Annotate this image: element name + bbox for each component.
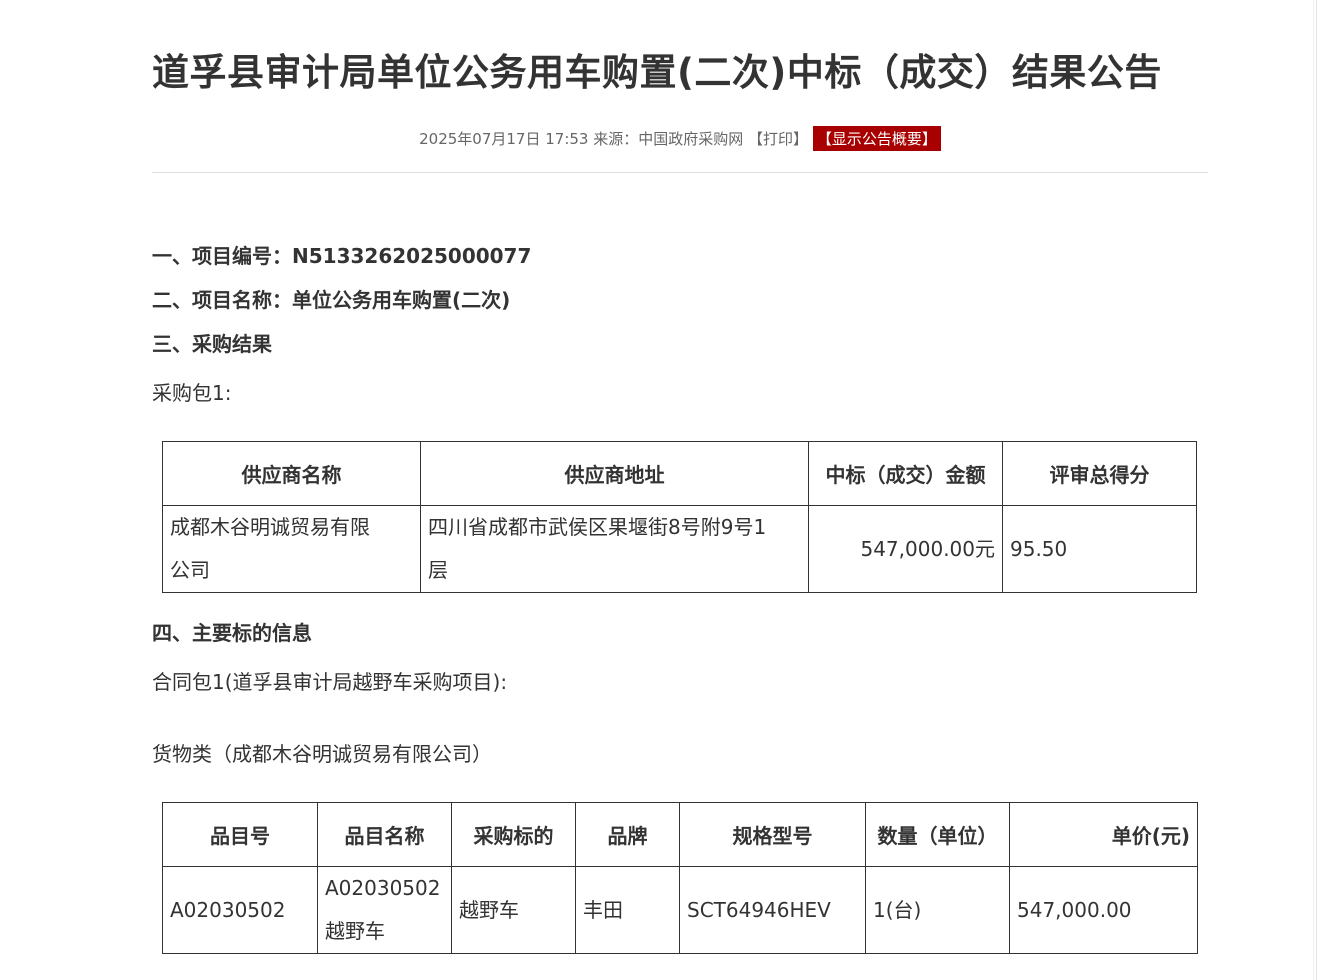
announcement-meta: 2025年07月17日 17:53 来源：中国政府采购网 【打印】 【显示公告概… <box>152 126 1208 151</box>
supplier-name-line: 成都木谷明诚贸易有限 <box>170 515 370 539</box>
table-header-row: 品目号 品目名称 采购标的 品牌 规格型号 数量（单位） 单价(元) <box>162 802 1198 867</box>
header-supplier-name: 供应商名称 <box>162 441 421 506</box>
package-label: 采购包1: <box>152 381 232 405</box>
supplier-address-line: 四川省成都市武侯区果堰街8号附9号1 <box>428 515 767 539</box>
table-row: 成都木谷明诚贸易有限 公司 四川省成都市武侯区果堰街8号附9号1 层 547,0… <box>162 505 1197 593</box>
header-model: 规格型号 <box>679 802 866 867</box>
item-name-line: A02030502 <box>325 876 441 900</box>
header-item-name: 品目名称 <box>317 802 452 867</box>
header-divider <box>152 172 1208 173</box>
total-score-cell: 95.50 <box>1002 505 1197 593</box>
project-number: 一、项目编号：N5133262025000077 <box>152 244 532 268</box>
header-item-no: 品目号 <box>162 802 318 867</box>
quantity-cell: 1(台) <box>865 866 1010 954</box>
brand-cell: 丰田 <box>575 866 680 954</box>
scrollbar-track[interactable] <box>1316 0 1320 980</box>
project-name: 二、项目名称：单位公务用车购置(二次) <box>152 288 511 312</box>
item-name-line: 越野车 <box>325 919 385 943</box>
table-row: A02030502 A02030502 越野车 越野车 丰田 SCT64946H… <box>162 866 1198 954</box>
header-total-score: 评审总得分 <box>1002 441 1197 506</box>
supplier-address-line: 层 <box>428 558 448 582</box>
main-info-heading: 四、主要标的信息 <box>152 621 312 645</box>
goods-table: 品目号 品目名称 采购标的 品牌 规格型号 数量（单位） 单价(元) A0203… <box>162 802 1198 954</box>
source-text: 来源：中国政府采购网 <box>593 130 744 148</box>
table-header-row: 供应商名称 供应商地址 中标（成交）金额 评审总得分 <box>162 441 1197 506</box>
result-heading: 三、采购结果 <box>152 332 272 356</box>
print-link[interactable]: 【打印】 <box>748 130 808 148</box>
result-table: 供应商名称 供应商地址 中标（成交）金额 评审总得分 成都木谷明诚贸易有限 公司… <box>162 441 1197 593</box>
item-name-cell: A02030502 越野车 <box>317 866 452 954</box>
supplier-address-cell: 四川省成都市武侯区果堰街8号附9号1 层 <box>420 505 809 593</box>
subject-cell: 越野车 <box>451 866 576 954</box>
header-brand: 品牌 <box>575 802 680 867</box>
item-no-cell: A02030502 <box>162 866 318 954</box>
header-supplier-address: 供应商地址 <box>420 441 809 506</box>
contract-package-label: 合同包1(道孚县审计局越野车采购项目): <box>152 670 508 694</box>
supplier-name-cell: 成都木谷明诚贸易有限 公司 <box>162 505 421 593</box>
show-summary-button[interactable]: 【显示公告概要】 <box>812 126 941 151</box>
header-subject: 采购标的 <box>451 802 576 867</box>
publish-datetime: 2025年07月17日 17:53 <box>419 130 589 148</box>
model-cell: SCT64946HEV <box>679 866 866 954</box>
supplier-name-line: 公司 <box>170 558 210 582</box>
header-award-amount: 中标（成交）金额 <box>808 441 1003 506</box>
page-title: 道孚县审计局单位公务用车购置(二次)中标（成交）结果公告 <box>152 51 1162 94</box>
header-quantity: 数量（单位） <box>865 802 1010 867</box>
goods-category-label: 货物类（成都木谷明诚贸易有限公司） <box>152 742 492 766</box>
unit-price-cell: 547,000.00 <box>1009 866 1198 954</box>
header-unit-price: 单价(元) <box>1009 802 1198 867</box>
page-edge-line <box>1313 0 1314 980</box>
award-amount-cell: 547,000.00元 <box>808 505 1003 593</box>
